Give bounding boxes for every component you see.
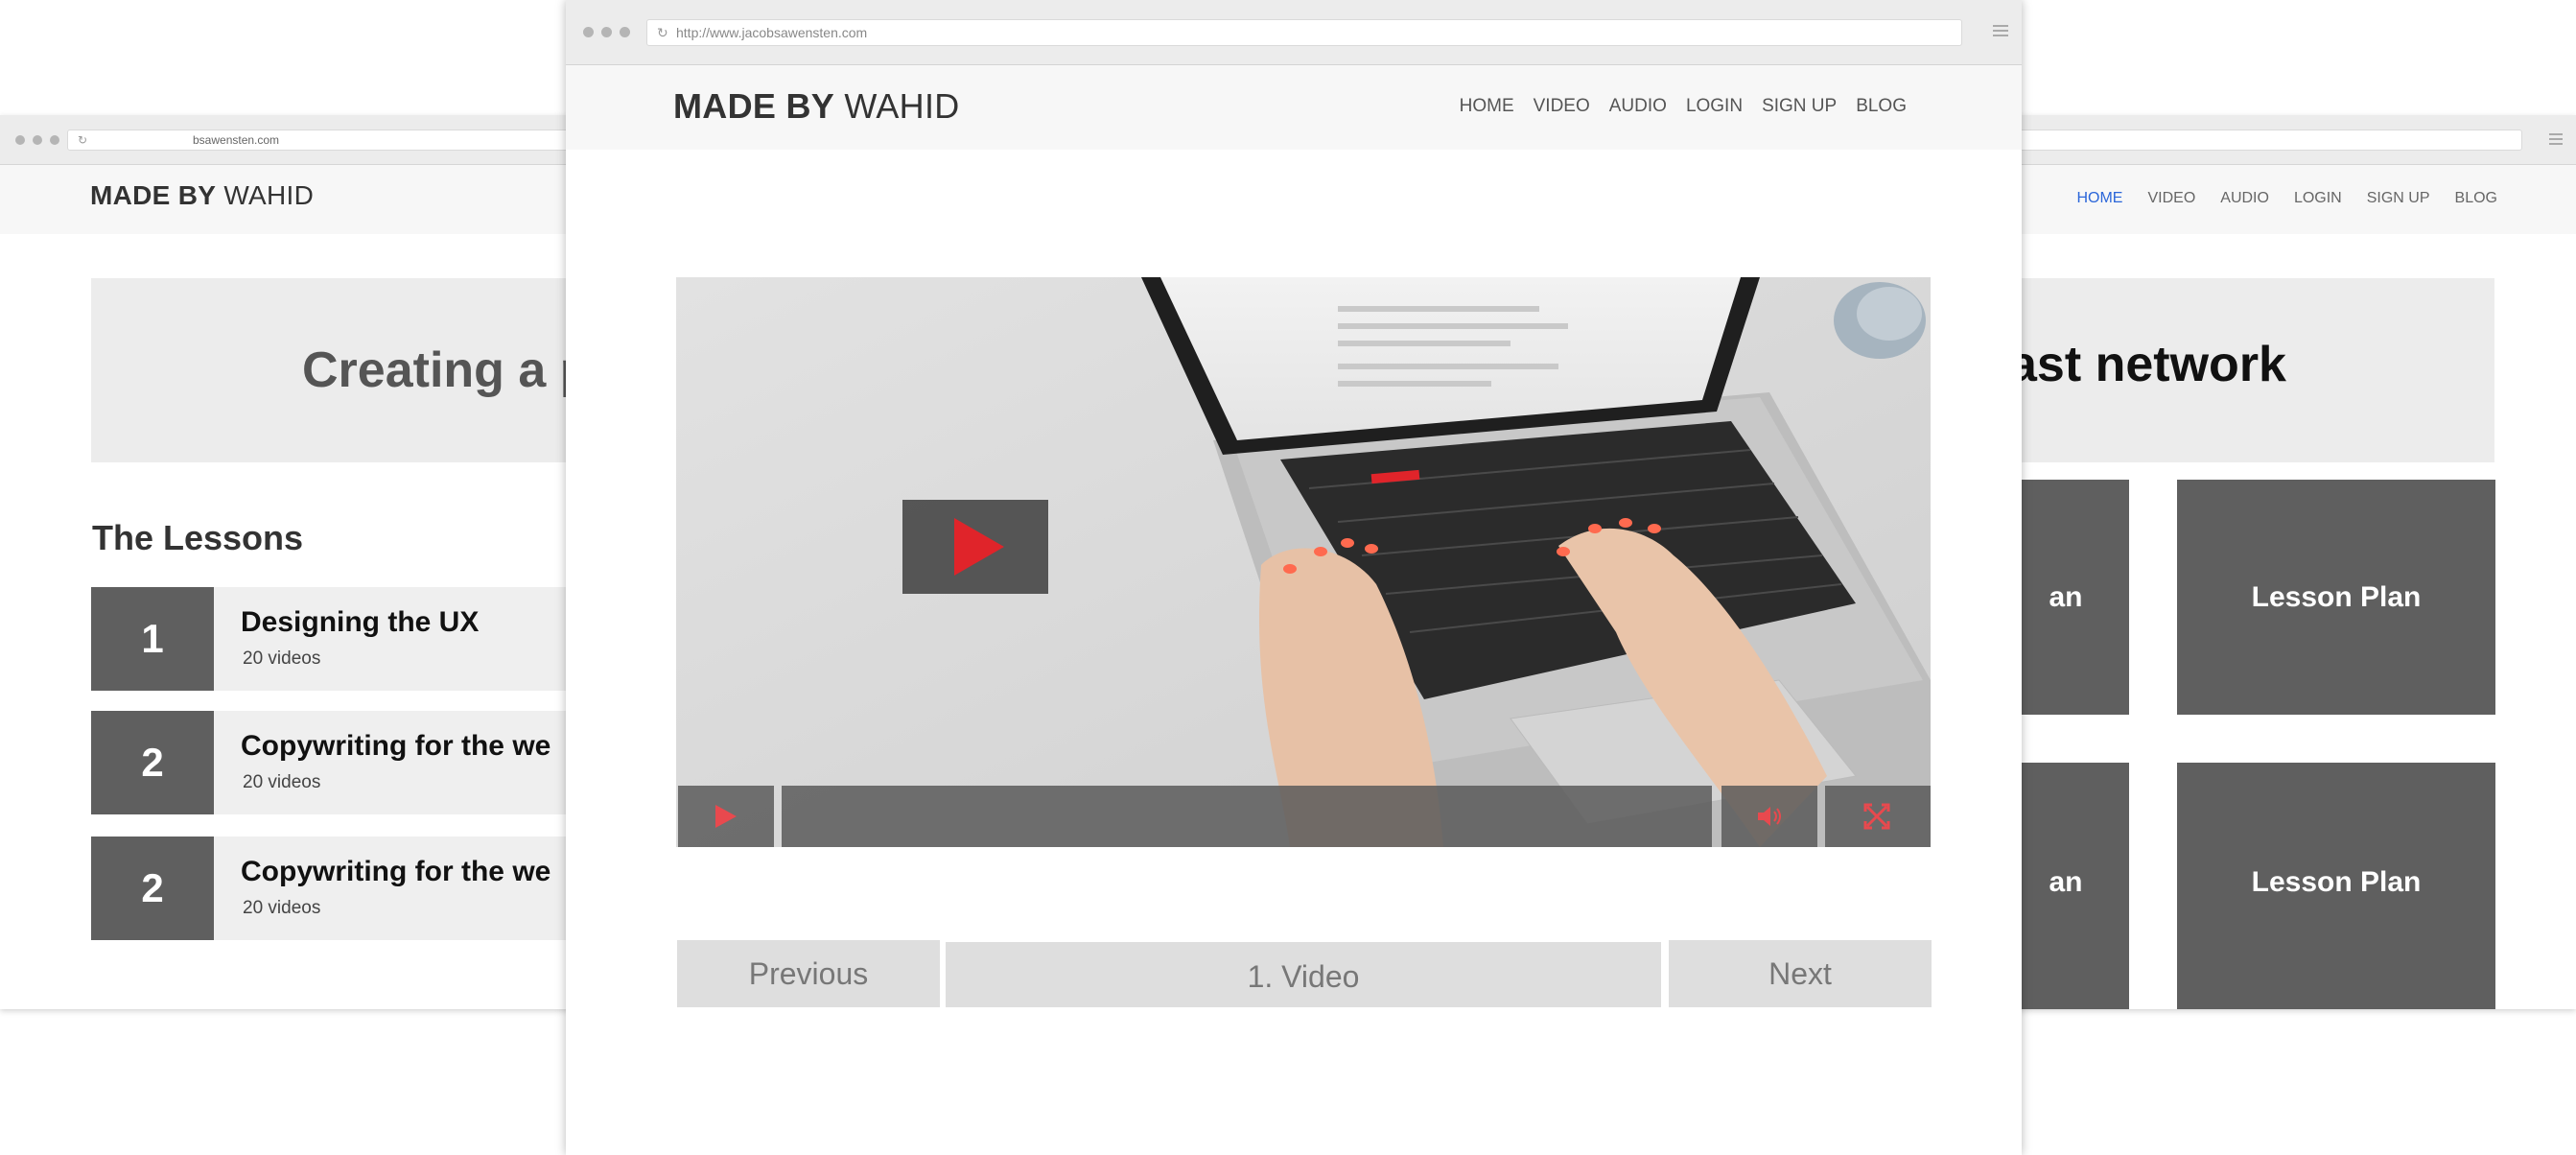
nav-login[interactable]: LOGIN [1686, 96, 1743, 117]
nav-login[interactable]: LOGIN [2294, 190, 2342, 207]
current-video-label: 1. Video [946, 942, 1661, 1007]
lesson-plan-label: an [2049, 581, 2083, 613]
lesson-plan-label: an [2049, 866, 2083, 898]
nav-video[interactable]: VIDEO [1534, 96, 1590, 117]
nav-audio[interactable]: AUDIO [2220, 190, 2269, 207]
window-dot[interactable] [50, 135, 59, 145]
lesson-plan-label: Lesson Plan [2251, 866, 2422, 898]
nav-home[interactable]: HOME [2076, 190, 2122, 207]
logo-bold-text: MADE BY [90, 180, 217, 210]
nav-sign-up[interactable]: SIGN UP [2367, 190, 2430, 207]
nav-sign-up[interactable]: SIGN UP [1762, 96, 1837, 117]
logo-light-text: WAHID [223, 180, 315, 210]
play-icon [954, 518, 1004, 576]
lesson-number: 1 [91, 587, 214, 691]
main-nav: HOME VIDEO AUDIO LOGIN SIGN UP BLOG [2076, 190, 2497, 207]
menu-icon[interactable] [1993, 25, 2008, 36]
main-nav: HOME VIDEO AUDIO LOGIN SIGN UP BLOG [1460, 96, 1907, 117]
window-dot[interactable] [15, 135, 25, 145]
address-bar[interactable]: ↻ http://www.jacobsawensten.com [646, 19, 1962, 46]
play-button[interactable] [678, 786, 774, 847]
foreground-browser-window: ↻ http://www.jacobsawensten.com MADE BY … [566, 0, 2022, 1155]
big-play-button[interactable] [902, 500, 1048, 594]
volume-button[interactable] [1721, 786, 1817, 847]
lesson-video-count: 20 videos [243, 772, 321, 792]
lesson-number: 2 [91, 711, 214, 814]
lesson-video-count: 20 videos [243, 898, 321, 918]
address-text: bsawensten.com [193, 133, 280, 147]
lesson-plan-tile[interactable]: Lesson Plan [2177, 763, 2495, 1009]
lesson-title: Copywriting for the we [241, 856, 551, 887]
lesson-video-count: 20 videos [243, 648, 321, 669]
lessons-heading: The Lessons [92, 518, 304, 557]
course-title-continued: ast network [2009, 337, 2286, 392]
window-controls[interactable] [15, 135, 59, 145]
next-button[interactable]: Next [1669, 940, 1932, 1007]
browser-toolbar: ↻ http://www.jacobsawensten.com [566, 0, 2022, 65]
logo-bold-text: MADE BY [673, 86, 835, 126]
site-header: MADE BY WAHID HOME VIDEO AUDIO LOGIN SIG… [566, 65, 2022, 150]
play-icon [715, 805, 737, 828]
fullscreen-icon [1863, 803, 1890, 830]
lesson-title: Designing the UX [241, 606, 480, 638]
window-dot[interactable] [620, 27, 630, 37]
window-dot[interactable] [601, 27, 612, 37]
fullscreen-button[interactable] [1825, 786, 1931, 847]
window-dot[interactable] [583, 27, 594, 37]
progress-bar[interactable] [782, 786, 1712, 847]
window-dot[interactable] [33, 135, 42, 145]
site-logo[interactable]: MADE BY WAHID [673, 86, 960, 127]
course-title-text: Creating a p [302, 342, 591, 398]
lesson-plan-label: Lesson Plan [2251, 581, 2422, 613]
lesson-plan-tile[interactable]: Lesson Plan [2177, 480, 2495, 715]
menu-icon[interactable] [2549, 133, 2563, 145]
nav-blog[interactable]: BLOG [2455, 190, 2497, 207]
lesson-title: Copywriting for the we [241, 730, 551, 762]
video-controls [676, 786, 1931, 847]
nav-video[interactable]: VIDEO [2147, 190, 2195, 207]
lesson-number: 2 [91, 837, 214, 940]
reload-icon[interactable]: ↻ [657, 20, 668, 45]
volume-icon [1758, 807, 1781, 826]
address-text: http://www.jacobsawensten.com [676, 25, 868, 40]
window-controls[interactable] [583, 27, 630, 37]
video-player[interactable] [676, 277, 1931, 847]
site-logo[interactable]: MADE BY WAHID [90, 180, 314, 211]
reload-icon[interactable]: ↻ [78, 130, 87, 150]
nav-home[interactable]: HOME [1460, 96, 1514, 117]
nav-blog[interactable]: BLOG [1856, 96, 1907, 117]
logo-light-text: WAHID [844, 86, 960, 126]
laptop-typing-image [676, 277, 1931, 847]
nav-audio[interactable]: AUDIO [1609, 96, 1667, 117]
previous-button[interactable]: Previous [677, 940, 940, 1007]
